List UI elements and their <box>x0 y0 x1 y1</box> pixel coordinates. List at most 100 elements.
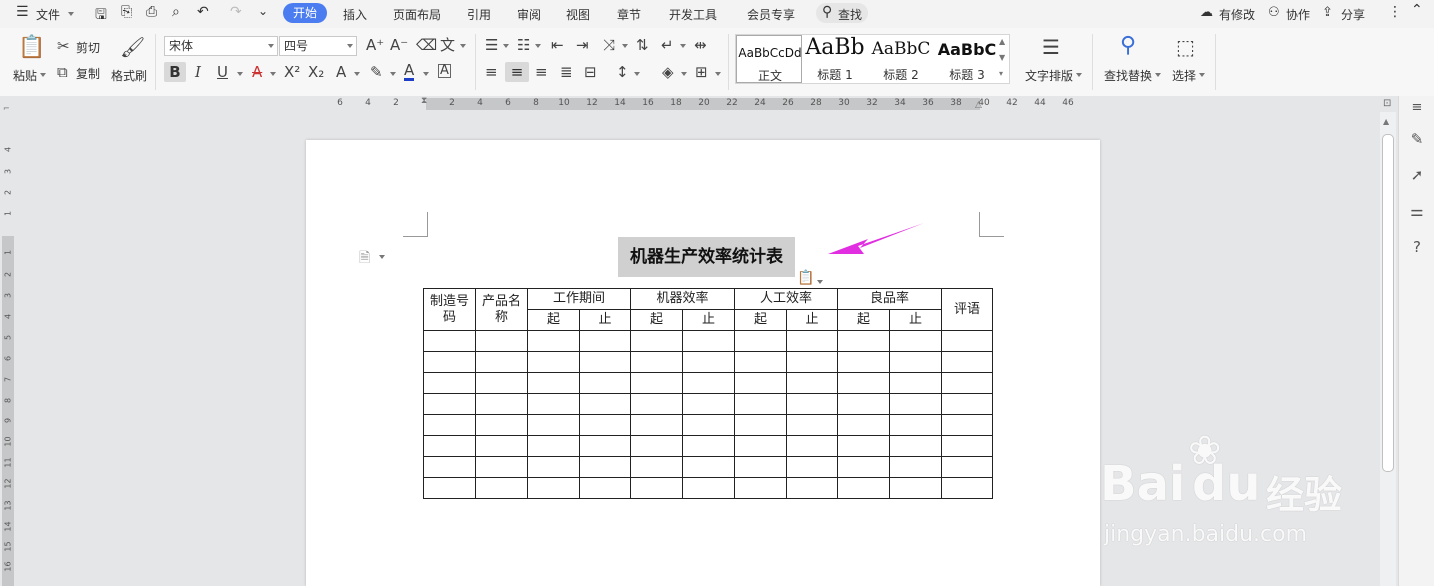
distribute-icon[interactable]: ⊟ <box>584 64 597 80</box>
header-machine-eff[interactable]: 机器效率 <box>630 288 735 310</box>
table-cell[interactable] <box>527 477 580 499</box>
header-start[interactable]: 起 <box>837 309 890 331</box>
table-cell[interactable] <box>941 477 993 499</box>
superscript-button[interactable]: X² <box>284 64 300 80</box>
table-cell[interactable] <box>734 456 787 478</box>
table-cell[interactable] <box>527 435 580 457</box>
more-icon[interactable]: ⋮ <box>1388 4 1402 20</box>
menu-file[interactable]: 文件 <box>36 6 60 23</box>
grow-font-icon[interactable]: A⁺ <box>366 37 384 53</box>
bullet-list-icon[interactable]: ☰ <box>485 37 498 53</box>
ruler-toggle-icon[interactable]: ⌐ <box>3 104 10 113</box>
cut-button[interactable]: 剪切 <box>76 39 100 56</box>
italic-button[interactable]: I <box>195 64 201 80</box>
sliders-icon[interactable]: ⚌ <box>1407 202 1427 220</box>
table-cell[interactable] <box>682 372 735 394</box>
chevron-down-icon[interactable] <box>680 44 686 48</box>
align-right-icon[interactable]: ≡ <box>535 64 548 80</box>
table-cell[interactable] <box>579 477 631 499</box>
table-cell[interactable] <box>837 435 890 457</box>
scroll-up-icon[interactable]: ▲ <box>1383 117 1389 126</box>
table-cell[interactable] <box>889 477 942 499</box>
shrink-font-icon[interactable]: A⁻ <box>390 37 408 53</box>
font-color-button[interactable]: A <box>404 62 415 81</box>
header-end[interactable]: 止 <box>682 309 735 331</box>
table-cell[interactable] <box>527 372 580 394</box>
table-cell[interactable] <box>786 330 838 352</box>
phonetic-icon[interactable]: 文 <box>440 37 455 53</box>
table-cell[interactable] <box>837 351 890 373</box>
table-cell[interactable] <box>527 414 580 436</box>
tab-home[interactable]: 开始 <box>283 3 327 23</box>
table-cell[interactable] <box>889 351 942 373</box>
chevron-down-icon[interactable] <box>460 44 466 48</box>
select-icon[interactable]: ⬚ <box>1176 36 1195 58</box>
copy-button[interactable]: 复制 <box>76 65 100 82</box>
export-icon[interactable]: ⎘ <box>121 4 132 20</box>
numbered-list-icon[interactable]: ☷ <box>517 37 530 53</box>
table-cell[interactable] <box>837 330 890 352</box>
table-cell[interactable] <box>941 351 993 373</box>
style-heading-3[interactable]: AaBbC 标题 3 <box>934 35 1000 83</box>
header-end[interactable]: 止 <box>786 309 838 331</box>
help-icon[interactable]: ? <box>1407 238 1427 256</box>
table-cell[interactable] <box>941 414 993 436</box>
format-painter-icon[interactable]: 🖌 <box>120 36 145 58</box>
tab-references[interactable]: 引用 <box>467 6 491 23</box>
chevron-down-icon[interactable] <box>390 72 396 76</box>
table-cell[interactable] <box>941 372 993 394</box>
header-start[interactable]: 起 <box>734 309 787 331</box>
table-cell[interactable] <box>837 372 890 394</box>
table-cell[interactable] <box>786 351 838 373</box>
style-heading-1[interactable]: AaBb 标题 1 <box>802 35 868 83</box>
chevron-down-icon[interactable] <box>354 72 360 76</box>
underline-button[interactable]: U <box>217 64 228 80</box>
table-cell[interactable] <box>423 351 476 373</box>
tabs-icon[interactable]: ⇹ <box>694 37 707 53</box>
right-indent-marker[interactable]: △ <box>975 100 982 110</box>
table-cell[interactable] <box>889 414 942 436</box>
table-cell[interactable] <box>837 456 890 478</box>
increase-indent-icon[interactable]: ⇥ <box>576 37 589 53</box>
table-cell[interactable] <box>630 414 683 436</box>
align-center-button[interactable]: ≡ <box>505 62 529 82</box>
table-cell[interactable] <box>475 477 528 499</box>
table-cell[interactable] <box>837 477 890 499</box>
first-line-indent-marker[interactable]: ⧗ <box>421 96 427 106</box>
table-cell[interactable] <box>423 414 476 436</box>
table-cell[interactable] <box>423 477 476 499</box>
header-work-period[interactable]: 工作期间 <box>527 288 631 310</box>
table-cell[interactable] <box>889 393 942 415</box>
tab-page-layout[interactable]: 页面布局 <box>393 6 441 23</box>
table-cell[interactable] <box>786 456 838 478</box>
print-preview-icon[interactable]: ⌕ <box>172 4 180 20</box>
document-title[interactable]: 机器生产效率统计表 <box>618 237 795 277</box>
table-cell[interactable] <box>941 456 993 478</box>
table-cell[interactable] <box>579 393 631 415</box>
table-cell[interactable] <box>630 372 683 394</box>
font-name-select[interactable]: 宋体 <box>164 36 278 56</box>
tab-review[interactable]: 审阅 <box>517 6 541 23</box>
scrollbar-thumb[interactable] <box>1382 134 1394 472</box>
table-cell[interactable] <box>423 456 476 478</box>
find-replace-button[interactable]: 查找替换 <box>1104 67 1152 84</box>
bold-button[interactable]: B <box>164 62 186 82</box>
table-cell[interactable] <box>527 330 580 352</box>
table-cell[interactable] <box>475 351 528 373</box>
scissors-icon[interactable]: ✂ <box>57 38 70 54</box>
chevron-down-icon[interactable] <box>347 44 353 48</box>
undo-icon[interactable]: ↶ <box>197 4 209 20</box>
chevron-down-icon[interactable] <box>1155 73 1161 77</box>
save-icon[interactable]: 🖫 <box>95 4 107 28</box>
subscript-button[interactable]: X₂ <box>308 64 324 80</box>
chevron-down-icon[interactable] <box>681 72 687 76</box>
table-cell[interactable] <box>527 351 580 373</box>
table-cell[interactable] <box>579 330 631 352</box>
copy-icon[interactable]: ⧉ <box>57 64 68 80</box>
header-end[interactable]: 止 <box>579 309 631 331</box>
line-spacing-icon[interactable]: ↕ <box>616 64 629 80</box>
table-cell[interactable] <box>734 330 787 352</box>
tab-view[interactable]: 视图 <box>566 6 590 23</box>
table-cell[interactable] <box>630 477 683 499</box>
text-effect-button[interactable]: A <box>336 64 346 80</box>
